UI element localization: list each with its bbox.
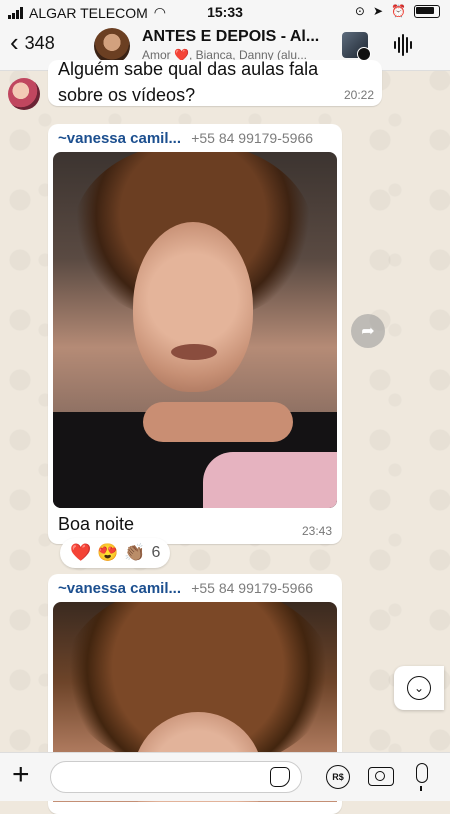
status-bar: ALGAR TELECOM ◠ 15:33 ⊙ ➤ ⏰ — [0, 0, 450, 24]
media-message[interactable]: ~vanessa camil... +55 84 99179-5966 Boa … — [48, 124, 342, 544]
message-input[interactable] — [50, 761, 302, 793]
sender-phone: +55 84 99179-5966 — [191, 580, 314, 596]
sender-name[interactable]: ~vanessa camil... — [58, 580, 181, 597]
back-button[interactable]: ‹ 348 — [10, 27, 55, 57]
community-thumbnail[interactable] — [342, 32, 371, 61]
reaction-emoji: 👏🏽 — [124, 543, 146, 562]
sender-row: ~vanessa camil... +55 84 99179-5966 — [58, 580, 313, 597]
composer-bar: + R$ — [0, 752, 450, 801]
reactions-bar[interactable]: ❤️ 😍 👏🏽 6 — [60, 538, 171, 568]
sender-row: ~vanessa camil... +55 84 99179-5966 — [58, 130, 313, 147]
rotation-lock-icon: ⊙ — [354, 4, 365, 18]
message-time: 23:43 — [301, 524, 332, 538]
photo-image[interactable] — [53, 152, 337, 508]
message-text: Alguém sabe qual das aulas fala sobre os… — [58, 60, 319, 105]
message-bubble[interactable]: Alguém sabe qual das aulas fala sobre os… — [48, 60, 382, 106]
sender-phone: +55 84 99179-5966 — [191, 130, 314, 146]
reaction-emoji: 😍 — [97, 543, 119, 562]
chat-title[interactable]: ANTES E DEPOIS - Al... — [142, 28, 338, 46]
reaction-emoji: ❤️ — [70, 543, 92, 562]
plus-icon[interactable]: + — [12, 760, 30, 790]
microphone-icon[interactable] — [416, 763, 428, 791]
reaction-count: 6 — [151, 544, 161, 561]
payment-button[interactable]: R$ — [326, 765, 350, 789]
photo-caption: Boa noite — [58, 514, 135, 534]
sticker-icon[interactable] — [270, 767, 290, 787]
battery-icon — [414, 4, 440, 18]
forward-icon[interactable]: ➦ — [351, 314, 385, 348]
chevron-down-icon: ⌄ — [407, 676, 431, 700]
chevron-left-icon: ‹ — [10, 27, 19, 57]
verified-icon — [357, 47, 371, 61]
scroll-down-button[interactable]: ⌄ — [394, 666, 444, 710]
camera-icon[interactable] — [368, 767, 394, 786]
message-time: 20:22 — [343, 88, 374, 102]
sender-name[interactable]: ~vanessa camil... — [58, 130, 181, 147]
audio-wave-icon[interactable] — [394, 34, 412, 56]
alarm-icon: ⏰ — [391, 4, 406, 18]
status-icons: ⊙ ➤ ⏰ — [355, 4, 440, 18]
group-avatar[interactable] — [94, 28, 130, 64]
location-icon: ➤ — [372, 4, 384, 18]
unread-count: 348 — [24, 33, 55, 53]
avatar[interactable] — [8, 78, 40, 110]
